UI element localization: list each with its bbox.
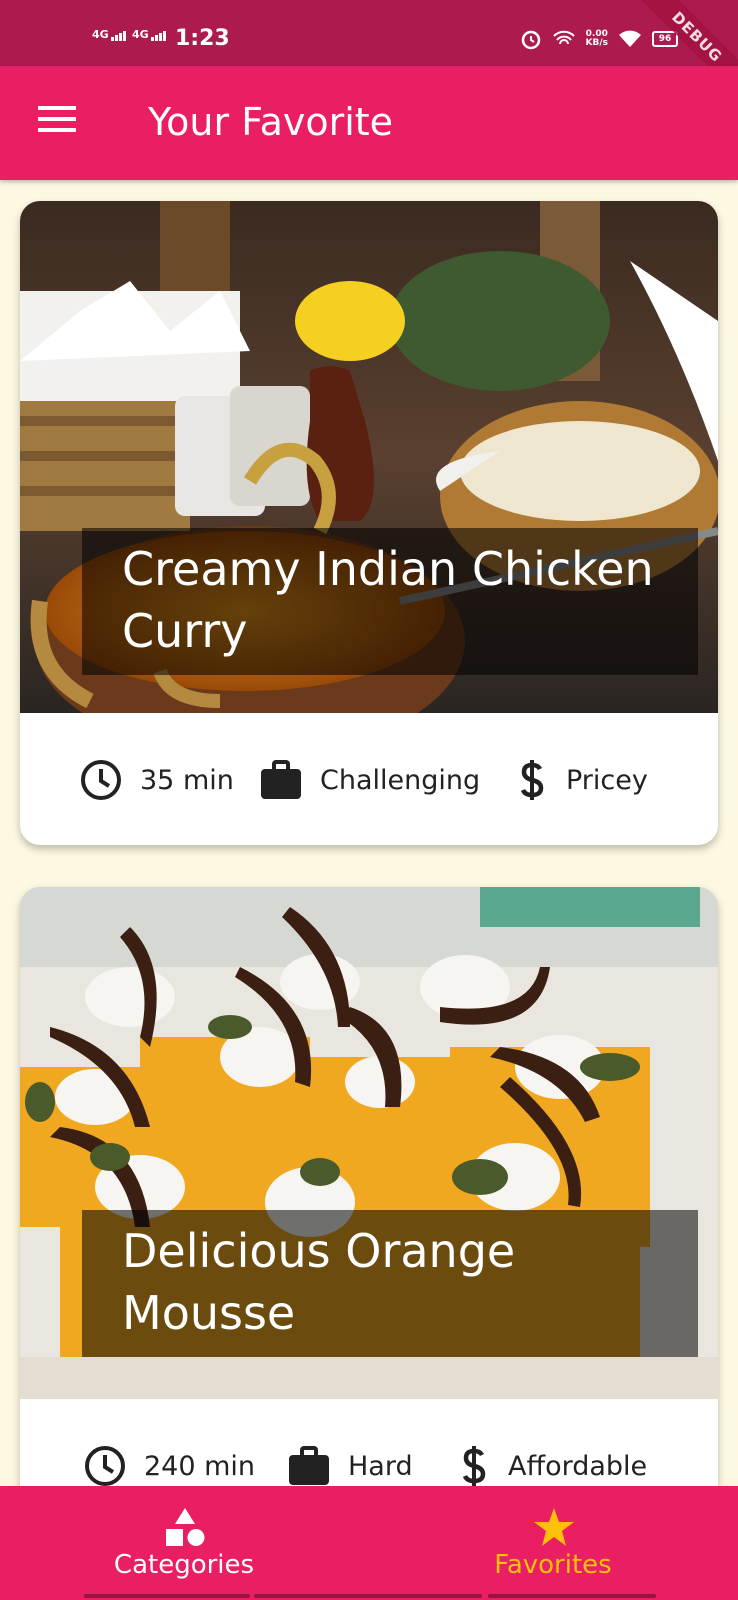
meal-complexity-label: Challenging (320, 764, 481, 796)
bottom-navigation: Categories Favorites (0, 1486, 738, 1600)
page-title: Your Favorite (148, 100, 394, 144)
alarm-icon (521, 30, 540, 50)
meal-card[interactable]: Delicious Orange Mousse 240 min Hard Aff… (20, 887, 718, 1486)
wifi-call-icon (552, 30, 575, 45)
briefcase-icon (289, 1446, 329, 1485)
meal-list[interactable]: Creamy Indian Chicken Curry 35 min Chall… (0, 180, 738, 1486)
nav-indicator (84, 1594, 250, 1598)
signal-bars-icon (150, 28, 167, 41)
briefcase-icon (261, 760, 301, 799)
network-type-label: 4G (92, 28, 109, 41)
tab-favorites-label: Favorites (494, 1550, 612, 1580)
meal-meta: 240 min Hard Affordable (20, 1399, 718, 1486)
app-bar: Your Favorite (0, 66, 738, 180)
nav-indicator (488, 1594, 656, 1598)
meal-duration-label: 35 min (140, 764, 234, 796)
hamburger-menu-icon[interactable] (38, 106, 76, 138)
meal-title: Delicious Orange Mousse (82, 1210, 698, 1357)
tab-categories-label: Categories (113, 1550, 255, 1580)
meal-card[interactable]: Creamy Indian Chicken Curry 35 min Chall… (20, 201, 718, 845)
category-shapes-icon (166, 1508, 205, 1546)
dollar-icon (462, 1446, 486, 1486)
wifi-icon (619, 30, 641, 47)
signal-bars-icon (110, 28, 127, 41)
star-icon (534, 1508, 574, 1546)
battery-level: 96 (658, 34, 672, 44)
nav-indicator (254, 1594, 482, 1598)
meal-affordability: Pricey (516, 759, 648, 801)
meal-meta: 35 min Challenging Pricey (20, 713, 718, 845)
status-time: 1:23 (175, 26, 230, 51)
tab-categories[interactable]: Categories (84, 1486, 284, 1600)
data-speed: 0.00 KB/s (586, 30, 608, 48)
meal-complexity: Hard (288, 1445, 413, 1486)
dollar-icon (520, 760, 544, 800)
status-icons: 0.00 KB/s 96 (520, 28, 678, 50)
meal-affordability: Affordable (458, 1445, 647, 1486)
meal-affordability-label: Affordable (508, 1450, 648, 1482)
meal-duration-label: 240 min (144, 1450, 256, 1482)
network-indicator-1: 4G (92, 28, 127, 41)
meal-complexity: Challenging (260, 759, 480, 801)
clock-icon (85, 1446, 125, 1486)
clock-icon (81, 760, 121, 800)
meal-title: Creamy Indian Chicken Curry (82, 528, 698, 675)
tab-favorites[interactable]: Favorites (453, 1486, 653, 1600)
network-type-label: 4G (132, 28, 149, 41)
status-bar: 4G 4G 1:23 0.00 KB/s 96 DEBUG (0, 0, 738, 100)
meal-duration: 240 min (84, 1445, 255, 1486)
meal-duration: 35 min (80, 759, 234, 801)
meal-affordability-label: Pricey (566, 764, 648, 796)
data-speed-unit: KB/s (585, 38, 608, 48)
network-indicator-2: 4G (132, 28, 167, 41)
meal-complexity-label: Hard (348, 1450, 413, 1482)
